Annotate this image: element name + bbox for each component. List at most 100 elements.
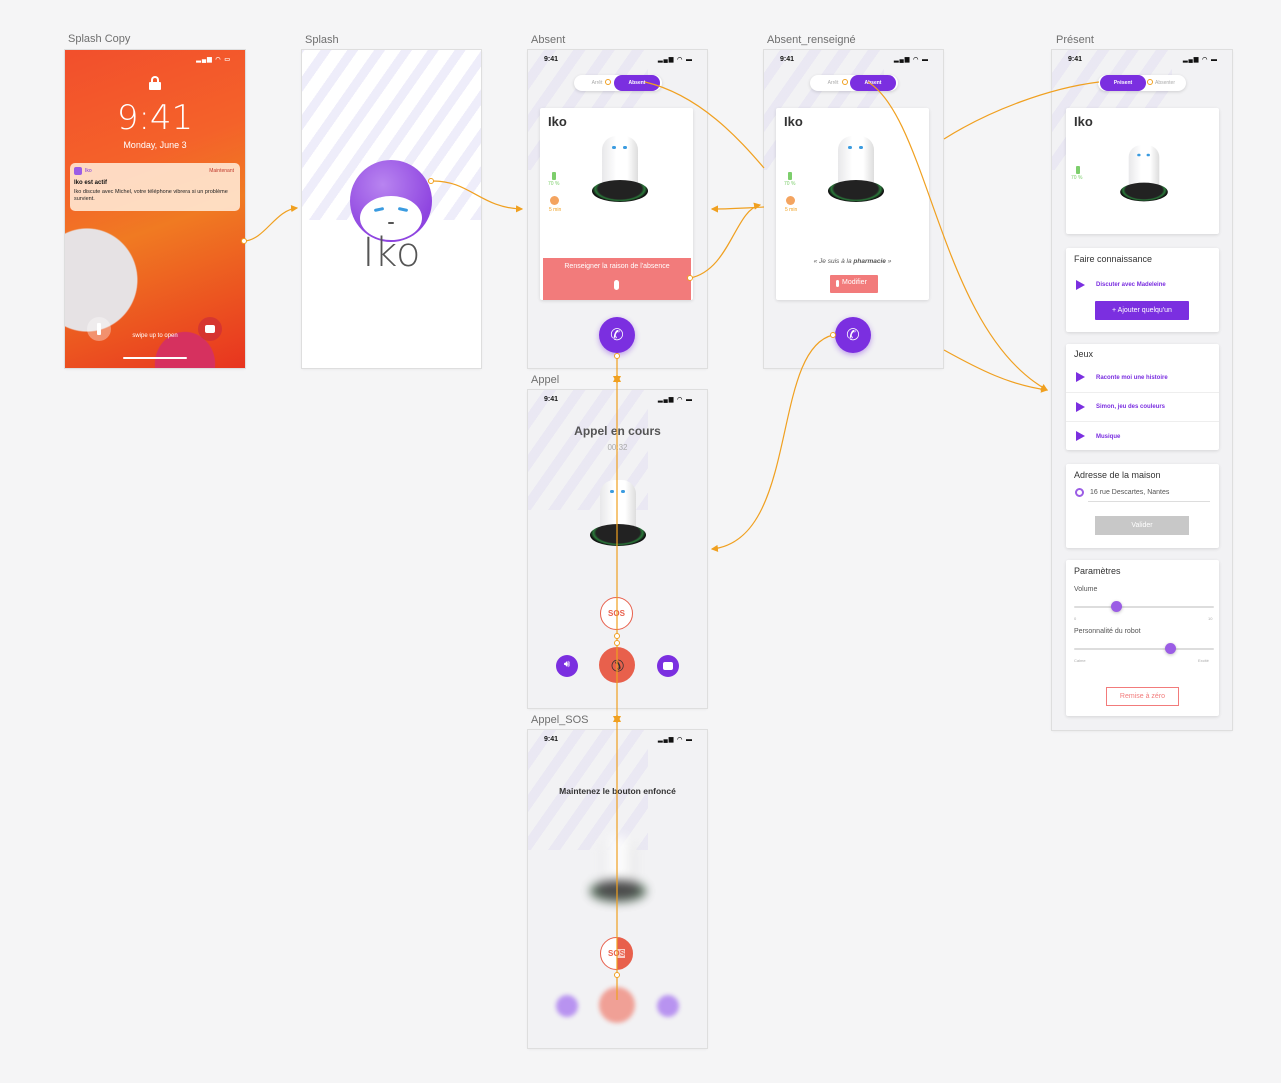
robot-image xyxy=(1119,140,1170,210)
logo-mouth xyxy=(388,222,394,224)
notification-card[interactable]: Iko Maintenant Iko est actif Iko discute… xyxy=(70,163,240,211)
battery-level: 70 % xyxy=(548,181,560,187)
add-someone-button[interactable]: + Ajouter quelqu'un xyxy=(1095,301,1189,320)
absence-reason-label: Renseigner la raison de l'absence xyxy=(564,263,670,270)
appel-sos-screen: 9:41 ▂▄▆ ◠ ▬ Maintenez le bouton enfoncé… xyxy=(528,730,707,1048)
play-icon[interactable] xyxy=(1076,372,1085,382)
absence-quote: « Je suis à la pharmacie » xyxy=(776,258,929,265)
present-screen: 9:41 ▂▄▆ ◠ ▬ Présent Absenter Iko 70 % F… xyxy=(1052,50,1232,730)
location-icon xyxy=(1075,488,1084,497)
robot-image xyxy=(826,130,886,212)
divider xyxy=(1066,392,1219,393)
status-bar: ▂▄▆ ◠ ▭ xyxy=(65,56,245,66)
sos-button-pressed[interactable]: SOS xyxy=(600,937,633,970)
robot-name: Iko xyxy=(784,114,803,129)
signal-icons: ▂▄▆ ◠ ▬ xyxy=(657,57,693,63)
artboard-title-present: Présent xyxy=(1056,34,1094,46)
notification-title: Iko est actif xyxy=(74,180,108,186)
sos-button[interactable]: SOS xyxy=(600,597,633,630)
robot-image xyxy=(588,474,648,556)
artboard-title-appel: Appel xyxy=(531,374,560,386)
hangup-button[interactable] xyxy=(599,987,635,1023)
swipe-hint: swipe up to open xyxy=(132,333,178,339)
status-bar: 9:41 ▂▄▆ ◠ ▬ xyxy=(764,56,943,66)
play-icon[interactable] xyxy=(1076,402,1085,412)
lock-icon xyxy=(149,76,161,90)
notification-body: Iko discute avec Michel, votre téléphone… xyxy=(74,189,228,202)
toggle-arret[interactable]: Arrêt xyxy=(580,75,614,91)
absent-renseigne-screen: 9:41 ▂▄▆ ◠ ▬ Arrêt Absent Iko 70 % 5 min… xyxy=(764,50,943,368)
speaker-button[interactable] xyxy=(556,995,578,1017)
play-icon[interactable] xyxy=(1076,280,1085,290)
toggle-absent[interactable]: Absent xyxy=(614,75,660,91)
toggle-absenter[interactable]: Absenter xyxy=(1146,75,1184,91)
call-button[interactable]: ✆ xyxy=(599,317,635,353)
volume-max: 10 xyxy=(1208,616,1213,621)
splash-brand: Iko xyxy=(362,230,421,276)
phone-icon: ✆ xyxy=(610,325,624,344)
modify-label: Modifier xyxy=(842,279,867,286)
toggle-arret[interactable]: Arrêt xyxy=(816,75,850,91)
call-duration: 00:32 xyxy=(607,443,628,452)
presence-toggle[interactable]: Arrêt Absent xyxy=(574,75,662,91)
play-icon[interactable] xyxy=(1076,431,1085,441)
reset-button[interactable]: Remise à zéro xyxy=(1106,687,1179,706)
logo-eye-left xyxy=(373,206,385,213)
battery-level: 70 % xyxy=(784,181,796,187)
video-button[interactable] xyxy=(657,995,679,1017)
personality-max: Excité xyxy=(1198,658,1209,663)
timer-icon xyxy=(550,196,559,205)
meet-card: Faire connaissance Discuter avec Madelei… xyxy=(1066,248,1219,332)
personality-min: Calme xyxy=(1074,658,1086,663)
presence-toggle[interactable]: Présent Absenter xyxy=(1098,75,1186,91)
microphone-icon xyxy=(614,280,619,290)
robot-image-blurred xyxy=(588,830,648,912)
speaker-button[interactable]: 🔊︎ xyxy=(556,655,578,677)
speaker-icon: 🔊︎ xyxy=(563,659,571,670)
settings-card: Paramètres Volume 0 10 Personnalité du r… xyxy=(1066,560,1219,716)
arrow-lock-to-splash xyxy=(243,204,299,242)
meet-item[interactable]: Discuter avec Madeleine xyxy=(1096,282,1166,288)
signal-icons: ▂▄▆ ◠ ▬ xyxy=(1182,57,1218,63)
artboard-title-appel-sos: Appel_SOS xyxy=(531,714,589,726)
validate-button[interactable]: Valider xyxy=(1095,516,1189,535)
quote-place: pharmacie xyxy=(853,258,886,265)
toggle-absent[interactable]: Absent xyxy=(850,75,896,91)
game-item-simon[interactable]: Simon, jeu des couleurs xyxy=(1096,404,1165,410)
games-title: Jeux xyxy=(1074,349,1094,359)
notification-time: Maintenant xyxy=(209,168,234,174)
games-card: Jeux Raconte moi une histoire Simon, jeu… xyxy=(1066,344,1219,450)
presence-toggle[interactable]: Arrêt Absent xyxy=(810,75,898,91)
volume-slider-thumb[interactable] xyxy=(1110,601,1122,612)
battery-icon xyxy=(1076,166,1080,174)
signal-icons: ▂▄▆ ◠ ▬ xyxy=(657,397,693,403)
game-item-music[interactable]: Musique xyxy=(1096,434,1120,440)
signal-icons: ▂▄▆ ◠ ▬ xyxy=(893,57,929,63)
address-underline xyxy=(1088,501,1210,502)
robot-card: Iko 70 % xyxy=(1066,108,1219,234)
video-button[interactable] xyxy=(657,655,679,677)
arrow-absent-renseigne-to-absent xyxy=(710,205,765,213)
status-time: 9:41 xyxy=(544,396,559,403)
volume-label: Volume xyxy=(1074,586,1098,593)
robot-name: Iko xyxy=(1074,114,1093,129)
address-value[interactable]: 16 rue Descartes, Nantes xyxy=(1090,489,1169,496)
meet-title: Faire connaissance xyxy=(1074,254,1153,264)
battery-icon xyxy=(552,172,556,180)
hangup-icon: ✆ xyxy=(605,653,629,677)
game-item-story[interactable]: Raconte moi une histoire xyxy=(1096,375,1168,381)
toggle-present[interactable]: Présent xyxy=(1100,75,1146,91)
hangup-button[interactable]: ✆ xyxy=(599,647,635,683)
modify-button[interactable]: Modifier xyxy=(830,275,878,293)
personality-slider-track[interactable] xyxy=(1074,648,1214,650)
volume-slider-track[interactable] xyxy=(1074,606,1214,608)
address-title: Adresse de la maison xyxy=(1074,470,1161,480)
status-bar: 9:41 ▂▄▆ ◠ ▬ xyxy=(528,396,707,406)
status-time: 9:41 xyxy=(544,56,559,63)
call-button[interactable]: ✆ xyxy=(835,317,871,353)
quote-prefix: « Je suis à la xyxy=(813,258,854,265)
personality-slider-thumb[interactable] xyxy=(1165,643,1177,654)
status-bar: 9:41 ▂▄▆ ◠ ▬ xyxy=(528,56,707,66)
absence-reason-button[interactable]: Renseigner la raison de l'absence xyxy=(543,258,691,300)
home-indicator[interactable] xyxy=(123,357,187,359)
